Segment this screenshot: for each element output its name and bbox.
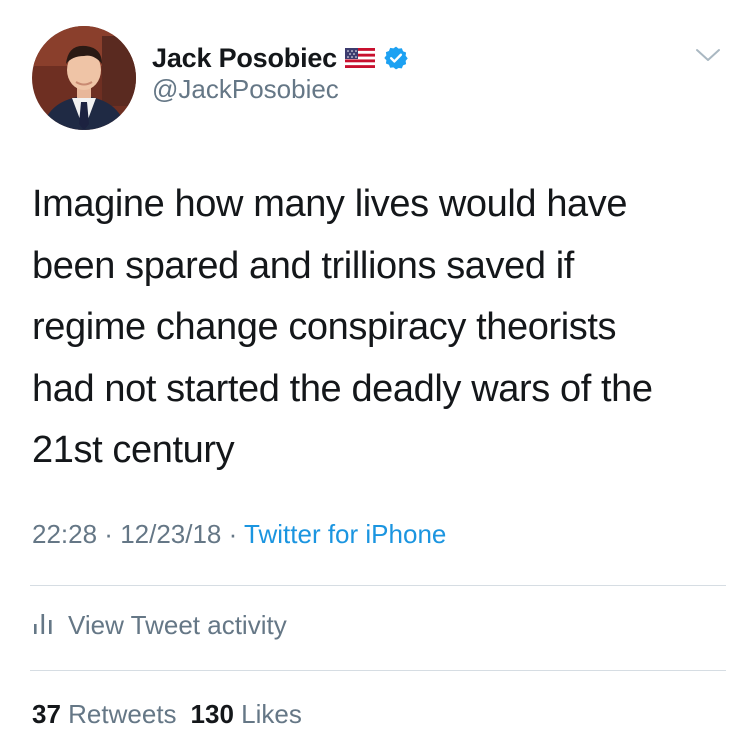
tweet-text: Imagine how many lives would have been s… [32, 174, 722, 482]
author-handle[interactable]: @JackPosobiec [152, 74, 339, 105]
meta-separator: · [221, 519, 245, 549]
profile-photo [32, 26, 136, 130]
activity-label: View Tweet activity [68, 610, 287, 640]
chevron-down-icon[interactable] [694, 44, 722, 66]
tweet-text-line: Imagine how many lives would have [32, 183, 628, 225]
tweet-stats: 37 Retweets 130 Likes [32, 699, 302, 730]
bar-chart-icon [32, 612, 54, 639]
tweet-source-link[interactable]: Twitter for iPhone [244, 519, 446, 549]
tweet-text-line: 21st century [32, 429, 235, 471]
verified-icon [383, 45, 409, 71]
tweet-text-line: regime change conspiracy theorists [32, 306, 617, 348]
likes-label: Likes [241, 699, 302, 729]
divider [30, 585, 726, 586]
us-flag-icon [345, 48, 376, 68]
author-name[interactable]: Jack Posobiec [152, 43, 337, 74]
avatar[interactable] [32, 26, 136, 130]
retweets-stat[interactable]: 37 Retweets [32, 699, 177, 729]
tweet-date[interactable]: 12/23/18 [120, 519, 221, 549]
tweet-text-line: been spared and trillions saved if [32, 244, 574, 287]
meta-separator: · [97, 519, 121, 549]
author-name-row[interactable]: Jack Posobiec [152, 40, 409, 76]
tweet-time[interactable]: 22:28 [32, 519, 97, 549]
view-tweet-activity-button[interactable]: View Tweet activity [32, 610, 287, 641]
likes-count: 130 [190, 699, 234, 729]
tweet-meta: 22:28 · 12/23/18 · Twitter for iPhone [32, 519, 446, 550]
retweets-count: 37 [32, 699, 61, 729]
likes-stat[interactable]: 130 Likes [191, 699, 302, 729]
retweets-label: Retweets [68, 699, 177, 729]
tweet-text-line: had not started the deadly wars of the [32, 367, 653, 410]
divider [30, 670, 726, 671]
